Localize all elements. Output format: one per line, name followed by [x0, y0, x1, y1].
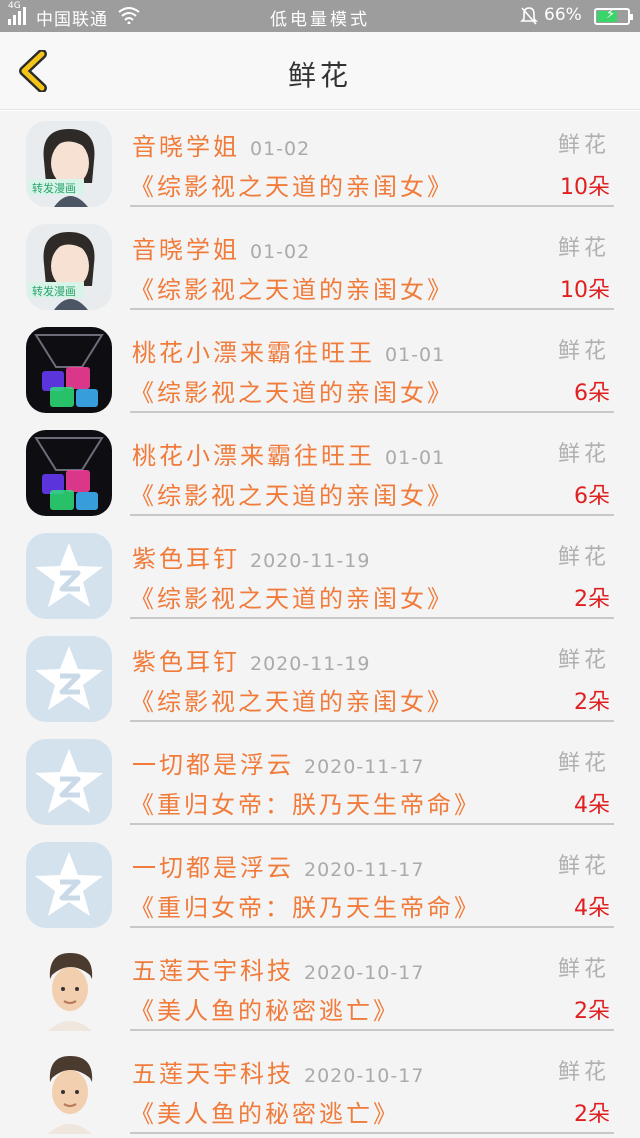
- send-date: 01-01: [385, 447, 446, 469]
- book-title[interactable]: 《综影视之天道的亲闺女》: [130, 167, 454, 202]
- sender-name: 五莲天宇科技 2020-10-17: [132, 957, 425, 985]
- sender-name: 音晓学姐 01-02: [132, 133, 311, 161]
- send-date: 2020-10-17: [304, 1065, 425, 1087]
- divider: [130, 926, 614, 928]
- mute-bell-icon: [520, 7, 538, 25]
- list-item[interactable]: 紫色耳钉 2020-11-19 鲜花 《综影视之天道的亲闺女》 2朵: [0, 523, 640, 626]
- flower-count: 2朵: [574, 999, 610, 1024]
- avatar[interactable]: [26, 636, 112, 722]
- avatar[interactable]: [26, 327, 112, 413]
- gift-type: 鲜花: [557, 133, 610, 158]
- flower-count: 4朵: [574, 896, 610, 921]
- send-date: 01-02: [250, 241, 311, 263]
- divider: [130, 411, 614, 413]
- gift-type: 鲜花: [557, 545, 610, 570]
- battery-percent: 66%: [544, 5, 582, 25]
- divider: [130, 308, 614, 310]
- book-title[interactable]: 《重归女帝：朕乃天生帝命》: [130, 888, 481, 923]
- divider: [130, 720, 614, 722]
- sender-name: 紫色耳钉 2020-11-19: [132, 648, 371, 676]
- send-date: 2020-11-17: [304, 756, 425, 778]
- list-item[interactable]: 转发漫画 音晓学姐 01-02 鲜花 《综影视之天道的亲闺女》 10朵: [0, 214, 640, 317]
- send-date: 2020-10-17: [304, 962, 425, 984]
- book-title[interactable]: 《综影视之天道的亲闺女》: [130, 579, 454, 614]
- flower-count: 2朵: [574, 690, 610, 715]
- avatar[interactable]: [26, 739, 112, 825]
- battery-charging-icon: ⚡: [594, 7, 633, 25]
- book-title[interactable]: 《美人鱼的秘密逃亡》: [130, 991, 400, 1026]
- list-item[interactable]: 一切都是浮云 2020-11-17 鲜花 《重归女帝：朕乃天生帝命》 4朵: [0, 832, 640, 935]
- sender-name: 紫色耳钉 2020-11-19: [132, 545, 371, 573]
- avatar[interactable]: [26, 842, 112, 928]
- send-date: 2020-11-19: [250, 653, 371, 675]
- list-item[interactable]: 一切都是浮云 2020-11-17 鲜花 《重归女帝：朕乃天生帝命》 4朵: [0, 729, 640, 832]
- sender-name: 一切都是浮云 2020-11-17: [132, 751, 425, 779]
- gift-type: 鲜花: [557, 957, 610, 982]
- avatar[interactable]: 转发漫画: [26, 224, 112, 310]
- flower-count: 2朵: [574, 587, 610, 612]
- svg-text:转发漫画: 转发漫画: [32, 181, 76, 195]
- book-title[interactable]: 《综影视之天道的亲闺女》: [130, 682, 454, 717]
- flower-count: 10朵: [560, 175, 610, 200]
- gift-type: 鲜花: [557, 1060, 610, 1085]
- sender-name: 桃花小漂来霸往旺王 01-01: [132, 339, 446, 367]
- send-date: 01-01: [385, 344, 446, 366]
- status-bar: 4G 中国联通 低电量模式 66% ⚡: [0, 0, 640, 32]
- list-item[interactable]: 桃花小漂来霸往旺王 01-01 鲜花 《综影视之天道的亲闺女》 6朵: [0, 317, 640, 420]
- book-title[interactable]: 《综影视之天道的亲闺女》: [130, 476, 454, 511]
- divider: [130, 617, 614, 619]
- divider: [130, 1029, 614, 1031]
- gift-type: 鲜花: [557, 854, 610, 879]
- list-item[interactable]: 桃花小漂来霸往旺王 01-01 鲜花 《综影视之天道的亲闺女》 6朵: [0, 420, 640, 523]
- flower-count: 6朵: [574, 484, 610, 509]
- book-title[interactable]: 《综影视之天道的亲闺女》: [130, 270, 454, 305]
- list-item[interactable]: 紫色耳钉 2020-11-19 鲜花 《综影视之天道的亲闺女》 2朵: [0, 626, 640, 729]
- gift-type: 鲜花: [557, 442, 610, 467]
- send-date: 2020-11-19: [250, 550, 371, 572]
- list-item[interactable]: 转发漫画 音晓学姐 01-02 鲜花 《综影视之天道的亲闺女》 10朵: [0, 111, 640, 214]
- book-title[interactable]: 《综影视之天道的亲闺女》: [130, 373, 454, 408]
- flower-count: 2朵: [574, 1102, 610, 1127]
- send-date: 2020-11-17: [304, 859, 425, 881]
- sender-name: 桃花小漂来霸往旺王 01-01: [132, 442, 446, 470]
- sender-name: 五莲天宇科技 2020-10-17: [132, 1060, 425, 1088]
- avatar[interactable]: 转发漫画: [26, 121, 112, 207]
- avatar[interactable]: [26, 533, 112, 619]
- gift-type: 鲜花: [557, 339, 610, 364]
- gift-type: 鲜花: [557, 236, 610, 261]
- divider: [130, 823, 614, 825]
- svg-text:转发漫画: 转发漫画: [32, 284, 76, 298]
- avatar[interactable]: [26, 430, 112, 516]
- flower-count: 6朵: [574, 381, 610, 406]
- gift-type: 鲜花: [557, 751, 610, 776]
- list-item[interactable]: 五莲天宇科技 2020-10-17 鲜花 《美人鱼的秘密逃亡》 2朵: [0, 935, 640, 1038]
- book-title[interactable]: 《重归女帝：朕乃天生帝命》: [130, 785, 481, 820]
- avatar[interactable]: [26, 945, 112, 1031]
- list-item[interactable]: 五莲天宇科技 2020-10-17 鲜花 《美人鱼的秘密逃亡》 2朵: [0, 1038, 640, 1138]
- book-title[interactable]: 《美人鱼的秘密逃亡》: [130, 1094, 400, 1129]
- divider: [130, 1132, 614, 1134]
- avatar[interactable]: [26, 1048, 112, 1134]
- divider: [130, 205, 614, 207]
- divider: [130, 514, 614, 516]
- flower-count: 10朵: [560, 278, 610, 303]
- sender-name: 一切都是浮云 2020-11-17: [132, 854, 425, 882]
- flower-record-list[interactable]: 转发漫画 音晓学姐 01-02 鲜花 《综影视之天道的亲闺女》 10朵 转发漫画 …: [0, 111, 640, 1138]
- sender-name: 音晓学姐 01-02: [132, 236, 311, 264]
- nav-bar: 鲜花: [0, 32, 640, 110]
- page-title: 鲜花: [287, 59, 352, 92]
- gift-type: 鲜花: [557, 648, 610, 673]
- flower-count: 4朵: [574, 793, 610, 818]
- send-date: 01-02: [250, 138, 311, 160]
